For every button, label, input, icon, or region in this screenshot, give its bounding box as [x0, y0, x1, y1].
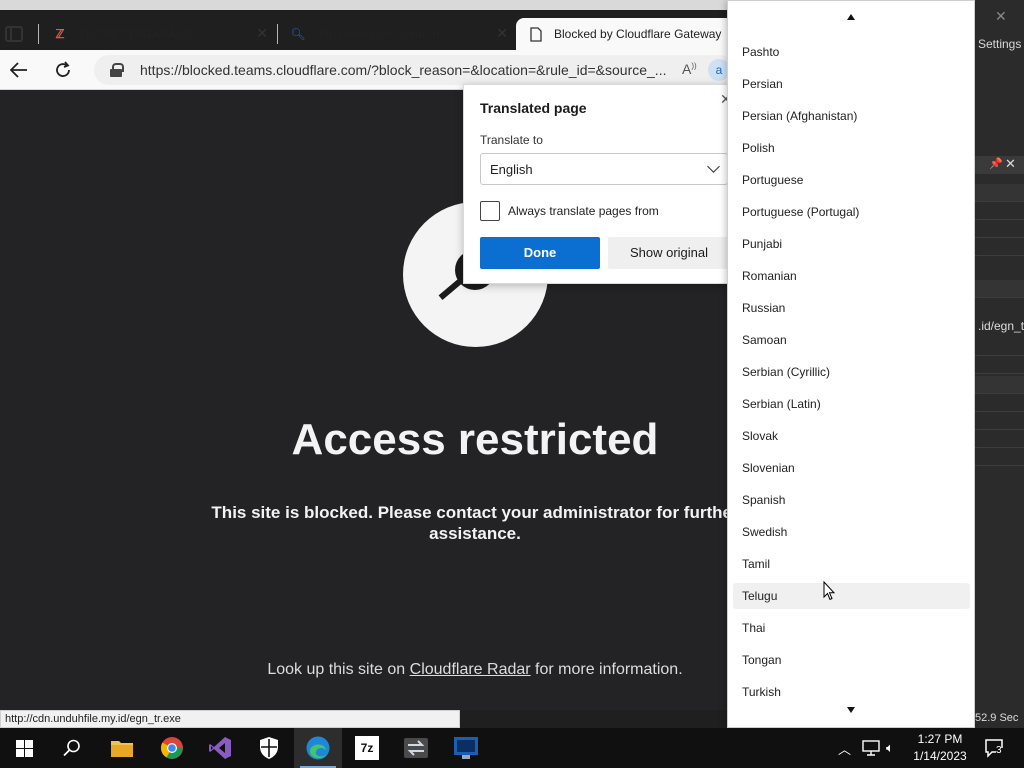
background-app-window: ✕ Settings 📌 ✕ .id/egn_t 52.9 Sec — [975, 0, 1024, 728]
translate-popup: Translated page ✕ Translate to English A… — [463, 84, 733, 284]
back-arrow-icon[interactable] — [7, 58, 31, 82]
done-button[interactable]: Done — [480, 237, 600, 269]
clock-date: 1/14/2023 — [913, 749, 967, 763]
background-row — [975, 220, 1024, 238]
translate-to-label: Translate to — [480, 133, 543, 147]
background-row — [975, 202, 1024, 220]
language-option-polish[interactable]: Polish — [733, 135, 970, 161]
page-message: This site is blocked. Please contact you… — [211, 503, 739, 543]
language-option-slovenian[interactable]: Slovenian — [733, 455, 970, 481]
mouse-cursor-icon — [823, 581, 835, 601]
scroll-down-arrow-icon[interactable] — [847, 707, 855, 713]
language-option-russian[interactable]: Russian — [733, 295, 970, 321]
language-option-slovak[interactable]: Slovak — [733, 423, 970, 449]
background-row — [975, 184, 1024, 202]
language-option-portuguese-portugal[interactable]: Portuguese (Portugal) — [733, 199, 970, 225]
background-row — [975, 448, 1024, 466]
always-translate-checkbox[interactable] — [480, 201, 500, 221]
clock-time: 1:27 PM — [917, 732, 963, 746]
background-row — [975, 280, 1024, 298]
file-explorer-icon[interactable] — [98, 728, 146, 768]
language-option-tongan[interactable]: Tongan — [733, 647, 970, 673]
close-tab-icon[interactable]: ✕ — [496, 25, 508, 42]
search-icon[interactable] — [48, 728, 96, 768]
language-option-romanian[interactable]: Romanian — [733, 263, 970, 289]
volume-icon[interactable]: 🔈︎ — [886, 728, 894, 768]
lock-icon[interactable] — [110, 63, 124, 77]
transfer-icon[interactable] — [392, 728, 440, 768]
background-row — [975, 238, 1024, 256]
language-select[interactable]: English — [480, 153, 728, 185]
chevron-down-icon — [707, 160, 720, 173]
language-option-persian[interactable]: Persian — [733, 71, 970, 97]
language-option-punjabi[interactable]: Punjabi — [733, 231, 970, 257]
tab-separator — [38, 24, 39, 44]
chevron-up-icon[interactable]: ︿ — [838, 728, 851, 768]
notification-center-icon[interactable]: 3 — [984, 728, 1006, 768]
language-option-serbian-cyrillic[interactable]: Serbian (Cyrillic) — [733, 359, 970, 385]
language-option-serbian-latin[interactable]: Serbian (Latin) — [733, 391, 970, 417]
pin-icon[interactable]: 📌 — [989, 157, 1003, 170]
tab-blocked-cloudflare[interactable]: Blocked by Cloudflare Gateway — [516, 18, 760, 50]
language-option-portuguese[interactable]: Portuguese — [733, 167, 970, 193]
language-option-spanish[interactable]: Spanish — [733, 487, 970, 513]
security-icon[interactable] — [245, 728, 293, 768]
taskbar: 7z ︿ 🔈︎ 1:27 PM 1/14/2023 3 — [0, 728, 1024, 768]
notification-badge: 3 — [996, 745, 1002, 756]
language-option-tamil[interactable]: Tamil — [733, 551, 970, 577]
database-logo-icon: ℤ — [55, 27, 65, 41]
language-option-swedish[interactable]: Swedish — [733, 519, 970, 545]
popup-title: Translated page — [480, 100, 587, 116]
language-dropdown-list: Pashto Persian Persian (Afghanistan) Polish… — [727, 0, 975, 728]
cloudflare-radar-link[interactable]: Cloudflare Radar — [410, 661, 531, 678]
7zip-label: 7z — [355, 736, 379, 760]
language-option-samoan[interactable]: Samoan — [733, 327, 970, 353]
tab-actions-icon[interactable] — [5, 26, 23, 42]
show-original-button[interactable]: Show original — [608, 237, 730, 269]
tab-secret-database[interactable]: ℤ SECRET DATABASE ✕ — [40, 18, 276, 50]
pane-close-icon[interactable]: ✕ — [1005, 156, 1016, 172]
windows-logo-icon — [15, 739, 33, 757]
close-tab-icon[interactable]: ✕ — [256, 25, 268, 42]
background-row — [975, 338, 1024, 356]
tab-http-debugger-search[interactable]: 🔍︎ http debugger - Search ✕ — [278, 18, 516, 50]
page-icon — [528, 26, 544, 42]
background-close-icon[interactable]: ✕ — [995, 8, 1007, 25]
tab-label: SECRET DATABASE — [78, 27, 193, 41]
selected-language: English — [490, 162, 533, 177]
always-translate-label: Always translate pages from — [508, 204, 659, 218]
language-option-persian-afghanistan[interactable]: Persian (Afghanistan) — [733, 103, 970, 129]
tab-label: http debugger - Search — [316, 27, 439, 41]
background-row — [975, 376, 1024, 394]
monitor-app-icon[interactable] — [442, 728, 490, 768]
language-option-thai[interactable]: Thai — [733, 615, 970, 641]
background-url-fragment: .id/egn_t — [978, 319, 1024, 333]
scroll-up-arrow-icon[interactable] — [847, 14, 855, 20]
tab-label: Blocked by Cloudflare Gateway — [554, 27, 722, 41]
search-icon: 🔍︎ — [290, 27, 306, 41]
edge-icon[interactable] — [294, 728, 342, 768]
visual-studio-icon[interactable] — [196, 728, 244, 768]
address-url[interactable]: https://blocked.teams.cloudflare.com/?bl… — [140, 62, 672, 78]
network-icon[interactable] — [862, 728, 880, 768]
lookup-suffix: for more information. — [530, 661, 683, 678]
language-option-turkish[interactable]: Turkish — [733, 679, 970, 705]
address-bar[interactable]: https://blocked.teams.cloudflare.com/?bl… — [94, 55, 734, 85]
chrome-icon[interactable] — [148, 728, 196, 768]
background-row — [975, 412, 1024, 430]
language-option-pashto[interactable]: Pashto — [733, 39, 970, 65]
lookup-prefix: Look up this site on — [267, 661, 410, 678]
7zip-icon[interactable]: 7z — [343, 728, 391, 768]
clock[interactable]: 1:27 PM 1/14/2023 — [908, 731, 972, 765]
refresh-icon[interactable] — [51, 58, 75, 82]
background-speed-text: 52.9 Sec — [975, 712, 1019, 724]
status-bar-url: http://cdn.unduhfile.my.id/egn_tr.exe — [0, 710, 460, 728]
background-settings-label[interactable]: Settings — [978, 37, 1021, 51]
read-aloud-icon[interactable]: A)) — [682, 61, 697, 77]
start-button[interactable] — [0, 728, 48, 768]
background-row — [975, 394, 1024, 412]
background-row — [975, 430, 1024, 448]
background-row — [975, 356, 1024, 374]
language-option-telugu[interactable]: Telugu — [733, 583, 970, 609]
